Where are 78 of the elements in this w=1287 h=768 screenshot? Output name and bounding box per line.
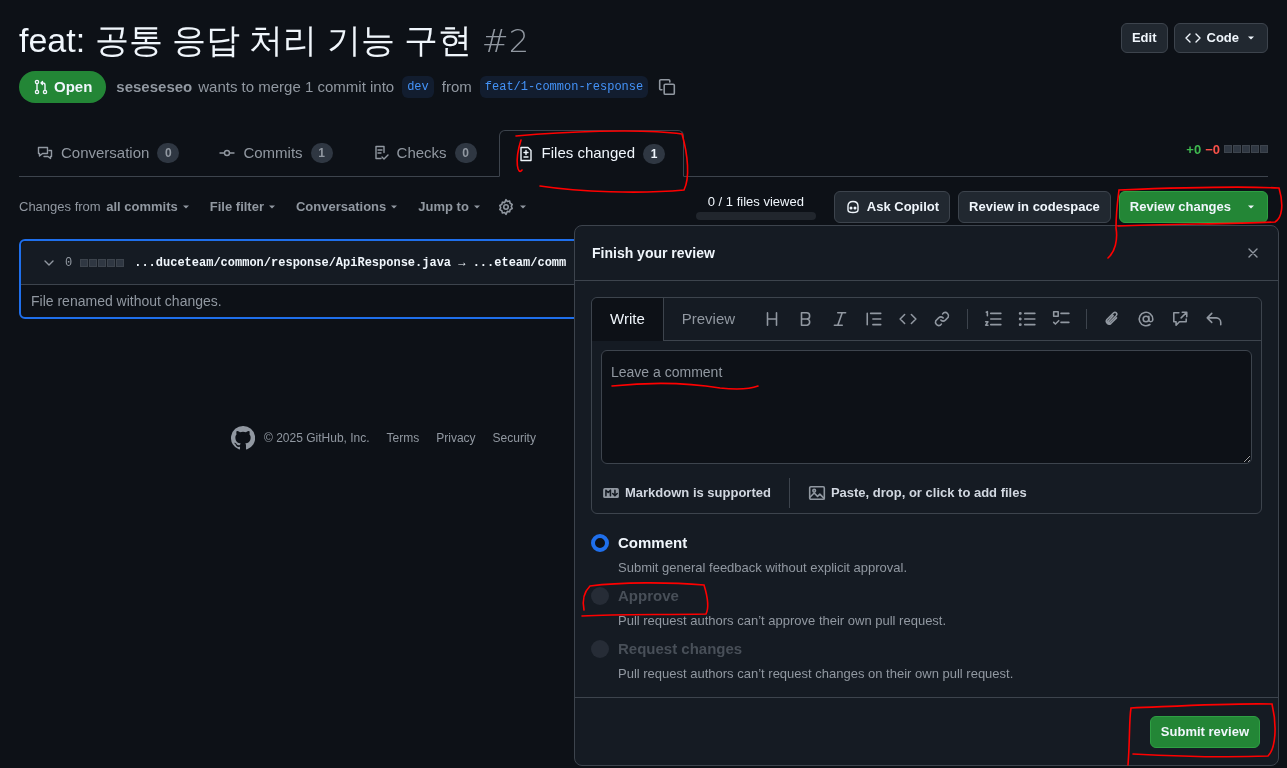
tab-label: Checks [396,142,447,163]
quote-button[interactable] [865,310,884,328]
open-status-badge: Open [19,71,107,103]
count-badge: 1 [643,143,665,164]
submit-review-button[interactable]: Submit review [1149,715,1260,748]
pr-number: #2 [481,22,529,60]
diffstat-blocks-icon [80,258,125,267]
copyright-text: © 2025 GitHub, Inc. [264,430,370,447]
tab-label: Commits [243,142,303,163]
pr-author-link[interactable]: seseseseo [116,75,193,99]
tab[interactable]: Conversation 0 [19,130,198,176]
radio-button[interactable] [591,534,609,553]
option-description: Pull request authors can’t request changes on their own pull request. [618,664,1015,683]
cross-reference-icon [1171,310,1190,328]
review-in-codespace-button[interactable]: Review in codespace [958,191,1111,223]
task-list-button[interactable] [1052,310,1071,328]
bulleted-list-button[interactable] [1018,310,1037,328]
count-badge: 0 [454,143,477,163]
link-button[interactable] [933,310,952,328]
count-badge: 1 [310,143,333,163]
speech-bubbles-icon [37,145,53,161]
checklist-icon [372,145,389,161]
tab[interactable]: Commits 1 [201,130,351,176]
editor-tab[interactable]: Write [592,298,664,341]
edit-button[interactable]: Edit [1120,23,1168,53]
footer-link[interactable]: Terms [386,429,420,447]
base-branch-link[interactable]: dev [402,76,434,98]
copilot-icon [844,199,861,215]
code-dropdown-button[interactable]: Code [1173,23,1268,53]
count-badge: 0 [157,143,180,163]
tab-label: Conversation [61,142,150,163]
option-label: Comment [618,533,688,553]
option-description: Pull request authors can’t approve their own pull request. [618,611,948,630]
additions-count: +0 [1186,140,1202,159]
filter-dropdown[interactable]: Conversations [296,197,401,217]
dialog-title: Finish your review [592,243,715,263]
deletions-count: −0 [1205,140,1220,159]
tab-label: Files changed [541,143,635,164]
comment-field[interactable]: Leave a comment [601,350,1252,464]
pull-request-icon [33,79,49,95]
head-branch-link[interactable]: feat/1-common-response [479,76,649,98]
files-viewed-label: 0 / 1 files viewed [707,194,804,210]
link-icon [933,310,952,328]
add-files-button[interactable]: Paste, drop, or click to add files [807,483,1027,503]
file-path-link[interactable]: ...duceteam/common/response/ApiResponse.java → ...eteam/comm [134,253,567,272]
review-changes-button[interactable]: Review changes [1118,191,1268,223]
cross-reference-button[interactable] [1171,310,1190,328]
pr-title: feat: 공통 응답 처리 기능 구현 [19,21,473,59]
reply-button[interactable] [1205,310,1224,328]
mention-button[interactable] [1137,310,1156,328]
bulleted-list-icon [1018,310,1037,328]
merge-description: wants to merge 1 commit into [198,76,395,97]
markdown-note: Markdown is supported [625,484,771,503]
numbered-list-icon [984,310,1003,328]
footer-link[interactable]: Security [492,429,536,447]
file-diff-icon [517,145,534,162]
quote-icon [865,310,884,328]
changes-count: 0 [65,254,73,272]
copy-icon [658,78,677,96]
mention-icon [1137,310,1156,328]
from-label: from [441,76,472,97]
filter-dropdown[interactable]: Changes from all commits [19,197,192,217]
ask-copilot-button[interactable]: Ask Copilot [833,191,951,223]
editor-tab[interactable]: Preview [663,298,754,340]
filter-dropdown[interactable]: Jump to [418,197,483,217]
footer-link[interactable]: Privacy [436,429,476,447]
tab[interactable]: Checks 0 [354,130,495,176]
numbered-list-button[interactable] [984,310,1003,328]
tab[interactable]: Files changed 1 [498,130,684,177]
file-message: File renamed without changes. [31,291,222,311]
task-list-icon [1052,310,1071,328]
github-logo-icon [231,426,255,450]
image-icon [807,484,826,502]
filter-dropdown[interactable]: File filter [209,197,278,217]
option-description: Submit general feedback without explicit approval. [618,558,909,577]
reply-icon [1205,310,1224,328]
gear-icon [496,198,515,216]
diffstat-blocks-icon [1224,145,1268,154]
